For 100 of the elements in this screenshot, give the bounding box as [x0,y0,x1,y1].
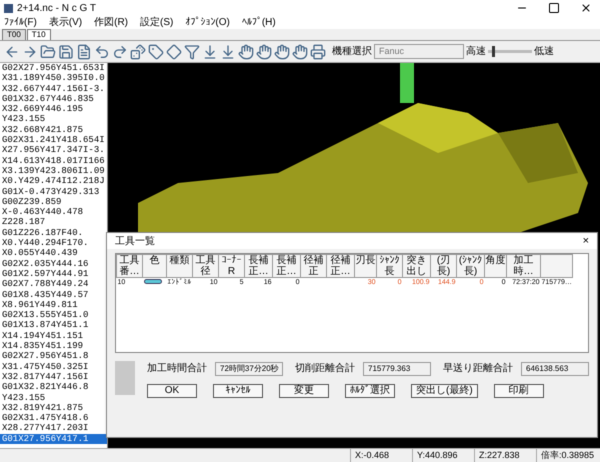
column-header[interactable]: 刃長 [354,254,376,278]
code-line[interactable]: G01X32.67Y446.835 [0,94,107,104]
redo-icon[interactable] [112,44,128,60]
code-line[interactable]: X31.189Y450.395I0.0 [0,73,107,84]
code-line[interactable]: G01X32.821Y446.8 [0,382,107,392]
machine-label: 機種選択 [332,44,372,59]
code-line[interactable]: G01X2.597Y444.91 [0,268,107,280]
menu-item[interactable]: 表示(V) [48,16,82,28]
column-header[interactable]: (ｼｬﾝｸ長) [456,254,484,278]
menu-item[interactable]: ｵﾌﾟｼｮﾝ(O) [185,16,230,28]
code-line[interactable]: G01X13.874Y451.1 [0,320,107,331]
slow-label: 低速 [534,44,554,59]
code-line[interactable]: X0.Y440.294F170. [0,238,107,248]
code-line[interactable]: X8.961Y449.811 [0,300,107,310]
hand-icon[interactable] [274,44,290,60]
machine-dropdown[interactable]: Fanuc [374,44,464,59]
undo-icon[interactable] [94,44,110,60]
menu-item[interactable]: ﾌｧｲﾙ(F) [4,16,37,28]
dialog-button[interactable]: 突出し(最終) [411,384,478,398]
menu-item[interactable]: 作図(R) [94,16,128,28]
status-text: Z:227.838 [474,448,536,462]
status-text: X:-0.468 [350,448,412,462]
code-line[interactable]: G02X2.035Y444.16 [0,258,107,269]
dialog-button[interactable]: OK [147,384,197,398]
close-icon[interactable] [580,2,592,14]
maximize-icon[interactable] [548,2,560,14]
column-header[interactable]: 工具番… [116,254,142,278]
close-button[interactable]: × [582,235,589,247]
save-icon[interactable] [58,44,74,60]
tag-icon[interactable] [148,44,164,60]
code-line[interactable]: X27.956Y417.347I-3. [0,145,107,156]
column-header[interactable]: (刃長) [430,254,456,278]
code-line[interactable]: X0.055Y440.439 [0,248,107,259]
down-arrow-icon[interactable] [202,44,218,60]
forward-arrow-icon[interactable] [22,44,38,60]
total-field: 646138.563 [521,362,589,376]
code-line[interactable]: G02X7.788Y449.24 [0,279,107,290]
column-header[interactable]: 色 [142,254,166,278]
column-header[interactable]: 長補正… [244,254,272,278]
code-line[interactable]: X3.139Y423.806I1.09 [0,166,107,176]
menu-item[interactable]: 設定(S) [140,16,174,28]
code-line[interactable]: G01X8.435Y449.57 [0,290,107,300]
code-line[interactable]: G02X31.475Y418.6 [0,413,107,424]
column-header[interactable]: ｼｬﾝｸ長 [376,254,402,278]
tab[interactable]: T00 [2,29,26,40]
code-line[interactable]: X32.817Y447.156I [0,372,107,382]
folder-icon[interactable] [40,44,56,60]
tab[interactable]: T10 [26,29,51,40]
column-header[interactable]: ｺｰﾅｰR [218,254,244,278]
dialog-title: 工具一覧 [115,234,155,248]
code-line[interactable]: Y423.155 [0,392,107,403]
column-header[interactable]: 種類 [166,254,192,278]
code-line[interactable]: X32.819Y421.875 [0,402,107,414]
status-text: 倍率:0.38985 [536,448,598,462]
code-line[interactable]: G01Z226.187F40. [0,228,107,238]
hand-icon[interactable] [292,44,308,60]
code-line[interactable]: X32.667Y447.156I-3. [0,84,107,94]
code-line[interactable]: X28.277Y417.203I [0,423,107,434]
column-header[interactable]: 長補正… [272,254,300,278]
printer-icon[interactable] [310,44,326,60]
hand-icon[interactable] [238,44,254,60]
dialog-button[interactable]: ﾎﾙﾀﾞ選択 [345,384,395,398]
total-label: 加工時間合計 [147,362,207,376]
menu-item[interactable]: ﾍﾙﾌﾟ(H) [242,16,276,28]
column-header[interactable]: 突き出し [402,254,430,278]
column-header[interactable]: 径補正 [300,254,326,278]
code-line[interactable]: X-0.463Y440.478 [0,207,107,218]
code-line[interactable]: Z228.187 [0,217,107,228]
total-field: 715779.363 [363,362,431,376]
code-line[interactable]: X0.Y429.474I12.218J [0,176,107,187]
code-line[interactable]: G02X27.956Y451.653I [0,63,107,74]
hand-icon[interactable] [256,44,272,60]
dice-icon[interactable] [130,44,146,60]
code-line[interactable]: G02X27.956Y451.8 [0,351,107,362]
code-line[interactable]: G02X13.555Y451.0 [0,310,107,320]
code-line[interactable]: X31.475Y450.325I [0,362,107,372]
code-line[interactable]: Y423.155 [0,114,107,125]
status-text: Y:440.896 [412,448,474,462]
slider-thumb[interactable] [492,46,496,57]
total-field: 72時間37分20秒 [215,362,283,376]
diamond-icon[interactable] [166,44,182,60]
document-icon[interactable] [76,44,92,60]
dialog-button[interactable]: 変更 [279,384,329,398]
code-line[interactable]: G01X-0.473Y429.313 [0,186,107,197]
window-title: 2+14.nc - N c G T [17,2,96,16]
code-line[interactable]: G00Z239.859 [0,196,107,208]
code-line[interactable]: X14.194Y451.151 [0,330,107,342]
column-header[interactable]: 加工時… [506,254,540,278]
dialog-button[interactable]: 印刷 [494,384,544,398]
column-header[interactable]: 径補正… [326,254,354,278]
column-header[interactable]: 角度 [484,254,506,278]
code-line[interactable]: G02X31.241Y418.654I [0,135,107,146]
funnel-icon[interactable] [184,44,200,60]
code-line[interactable]: X32.669Y446.195 [0,104,107,114]
code-line[interactable]: X14.613Y418.017I166 [0,156,107,166]
down-arrow-icon[interactable] [220,44,236,60]
column-header[interactable]: 工具径 [192,254,218,278]
code-line[interactable]: X14.835Y451.199 [0,341,107,352]
dialog-button[interactable]: ｷｬﾝｾﾙ [213,384,263,398]
code-line[interactable]: X32.668Y421.875 [0,124,107,136]
